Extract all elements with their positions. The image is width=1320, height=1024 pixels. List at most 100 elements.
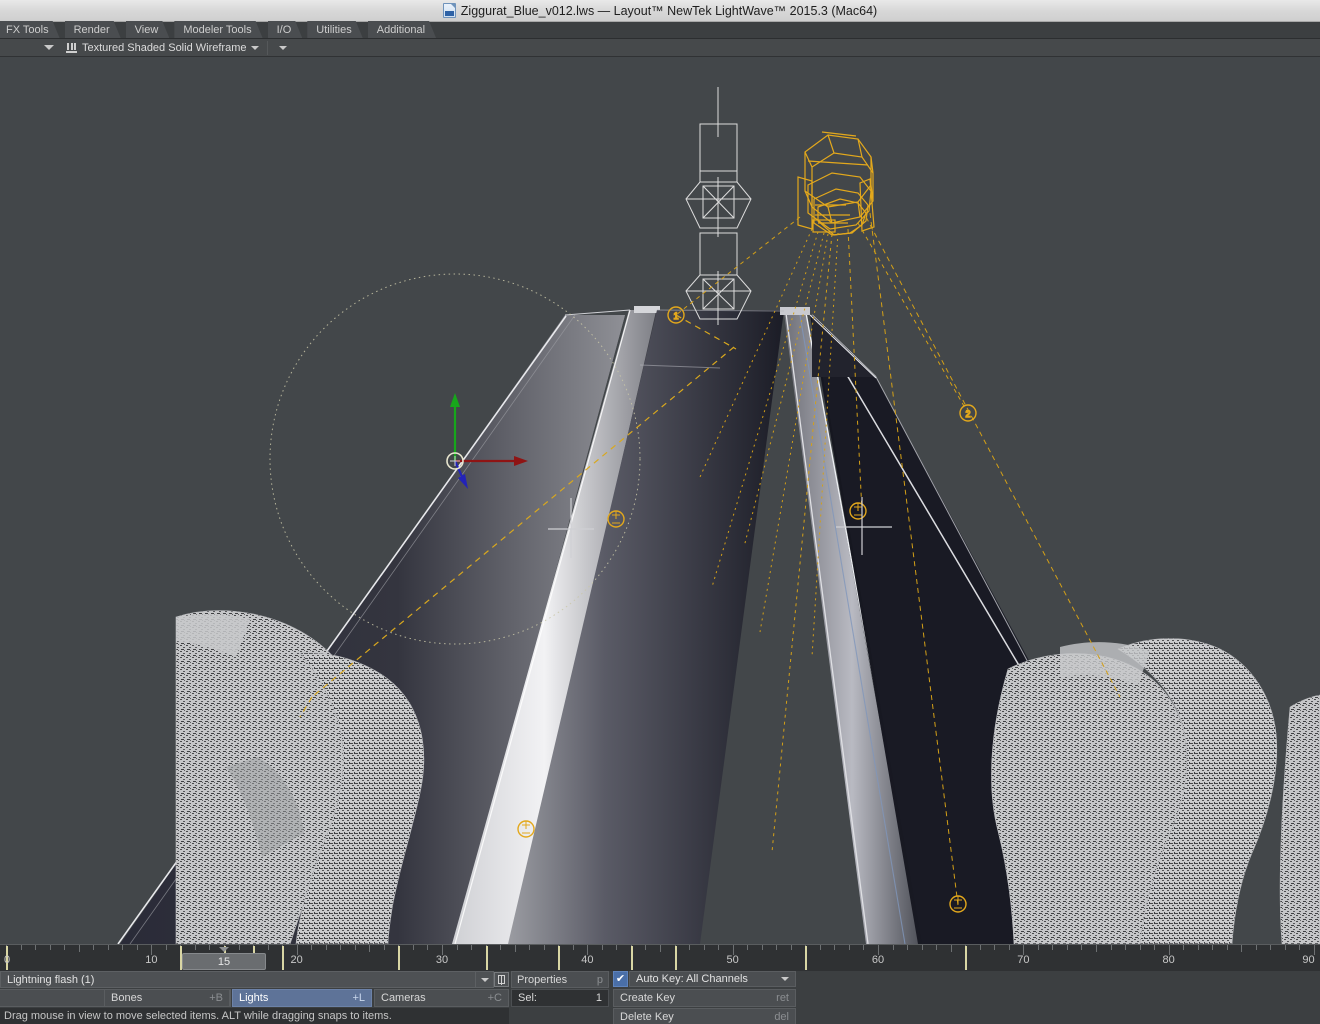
timeline-tick [514,945,516,952]
item-type-bones-label: Bones [111,992,143,1004]
timeline-frame-number: 30 [435,954,449,966]
toolbar-divider [267,40,269,55]
timeline-tick [747,945,749,950]
item-type-bones[interactable]: Bones +B [104,989,230,1007]
timeline-tick [78,945,80,952]
frame-slider[interactable]: 15 [182,953,266,970]
timeline-keyframe-marker[interactable] [630,946,633,970]
delete-key-label: Delete Key [620,1011,674,1023]
viewport-render-mode-dropdown[interactable]: Textured Shaded Solid Wireframe [62,40,263,55]
auto-key-dropdown[interactable]: Auto Key: All Channels [629,971,796,987]
timeline-tick [1125,945,1127,950]
timeline-tick [122,945,124,950]
item-type-lights[interactable]: Lights +L [232,989,372,1007]
timeline-tick [907,945,909,950]
current-item-selector[interactable]: Lightning flash (1) [0,971,476,988]
item-list-icon [498,975,505,985]
viewport-toolbar: Textured Shaded Solid Wireframe [0,39,1320,57]
timeline-tick [790,945,792,950]
timeline-keyframe-marker[interactable] [485,946,488,970]
timeline-tick [1284,945,1286,950]
chevron-down-icon [279,45,288,50]
tab-view[interactable]: View [126,21,170,38]
timeline-tick [645,945,647,950]
timeline-tick [689,945,691,950]
timeline-tick [936,945,938,950]
window-titlebar: Ziggurat_Blue_v012.lws — Layout™ NewTek … [0,0,1320,22]
timeline-tick [863,945,865,950]
timeline-ruler[interactable]: 0 10 20 30 40 50 60 70 80 90 15 [0,944,1320,971]
timeline-tick [819,945,821,950]
viewport-options-dropdown[interactable] [272,40,294,55]
properties-label: Properties [517,973,568,986]
properties-hotkey: p [596,973,603,986]
timeline-tick [921,945,923,950]
properties-button[interactable]: Properties p [511,971,609,988]
timeline-tick [456,945,458,950]
timeline-keyframe-marker[interactable] [282,946,285,970]
3d-viewport[interactable]: 1 2 [0,57,1320,944]
timeline-frame-number: 80 [1162,954,1175,966]
auto-key-label: Auto Key: All Channels [636,973,748,985]
timeline-tick [383,945,385,950]
timeline-tick [369,945,371,952]
tab-utilities[interactable]: Utilities [307,21,362,38]
svg-text:2: 2 [965,409,970,419]
timeline-tick [848,945,850,950]
timeline-tick [1008,945,1010,950]
timeline-frame-number: 70 [1017,954,1030,966]
timeline-tick [35,945,37,950]
chevron-down-icon [44,45,54,50]
timeline-tick [950,945,952,952]
current-frame-label: 15 [217,955,231,968]
lightwave-layout-window: Ziggurat_Blue_v012.lws — Layout™ NewTek … [0,0,1320,1024]
timeline-tick [311,945,313,950]
create-key-button[interactable]: Create Key ret [613,989,796,1007]
timeline-tick [427,945,429,950]
timeline-tick [543,945,545,950]
timeline-tick [267,945,269,950]
tab-fx-tools[interactable]: FX Tools [0,21,60,38]
timeline-tick [994,945,996,950]
timeline-tick [93,945,95,950]
timeline-keyframe-marker[interactable] [674,946,677,970]
timeline-tick [49,945,51,950]
tab-modeler-tools[interactable]: Modeler Tools [174,21,262,38]
item-type-bones-hotkey: +B [209,992,223,1004]
tab-additional[interactable]: Additional [368,21,436,38]
timeline-tick [616,945,618,950]
viewport-layout-dropdown[interactable] [38,40,60,55]
timeline-tick [136,945,138,950]
window-title: Ziggurat_Blue_v012.lws — Layout™ NewTek … [460,3,878,18]
chevron-down-icon [251,45,260,50]
timeline-tick [1110,945,1112,950]
auto-key-checkbox[interactable]: ✔ [613,971,628,987]
timeline-keyframe-marker[interactable] [558,946,561,970]
item-list-button[interactable] [494,972,509,987]
timeline-keyframe-marker[interactable] [805,946,808,970]
selection-count: Sel: 1 [511,989,609,1007]
timeline-tick [1183,945,1185,950]
timeline-tick [325,945,327,950]
create-key-hotkey: ret [776,992,789,1004]
timeline-tick [529,945,531,950]
tab-render[interactable]: Render [65,21,121,38]
timeline-tick [1226,945,1228,950]
current-item-dropdown[interactable] [476,971,494,988]
svg-text:1: 1 [673,311,678,321]
timeline-keyframe-marker[interactable] [398,946,401,970]
item-type-cameras[interactable]: Cameras +C [374,989,509,1007]
item-type-cameras-label: Cameras [381,992,426,1004]
timeline-tick [834,945,836,950]
timeline-tick [1212,945,1214,950]
viewport-render-mode-label: Textured Shaded Solid Wireframe [82,41,247,54]
timeline-frame-number: 20 [290,954,303,966]
viewport-render-icon [66,42,77,53]
timeline-tick [718,945,720,950]
timeline-tick [1052,945,1054,950]
chevron-down-icon [480,977,489,982]
timeline-keyframe-marker[interactable] [965,946,968,970]
delete-key-button[interactable]: Delete Key del [613,1008,796,1024]
timeline-tick [107,945,109,950]
tab-io[interactable]: I/O [268,21,303,38]
